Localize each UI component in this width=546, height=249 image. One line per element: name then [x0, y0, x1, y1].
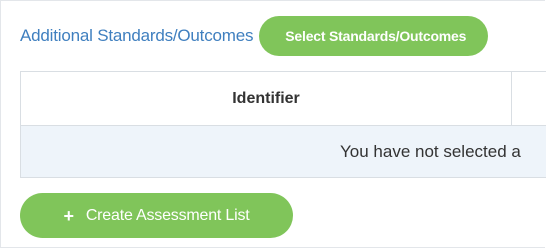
section-title: Additional Standards/Outcomes — [20, 26, 254, 45]
create-button-label: Create Assessment List — [85, 206, 250, 224]
select-standards-button[interactable]: Select Standards/Outcomes — [259, 16, 489, 56]
standards-header: Additional Standards/Outcomes Select Sta… — [20, 16, 489, 56]
table-row: You have not selected a — [21, 126, 546, 177]
plus-icon: + — [63, 205, 75, 226]
create-assessment-list-button[interactable]: + Create Assessment List — [20, 193, 293, 238]
table-header-row: Identifier — [21, 72, 546, 126]
empty-state-message: You have not selected a — [340, 142, 521, 161]
column-header-identifier[interactable]: Identifier — [21, 72, 512, 125]
standards-table: Identifier You have not selected a — [20, 71, 546, 178]
